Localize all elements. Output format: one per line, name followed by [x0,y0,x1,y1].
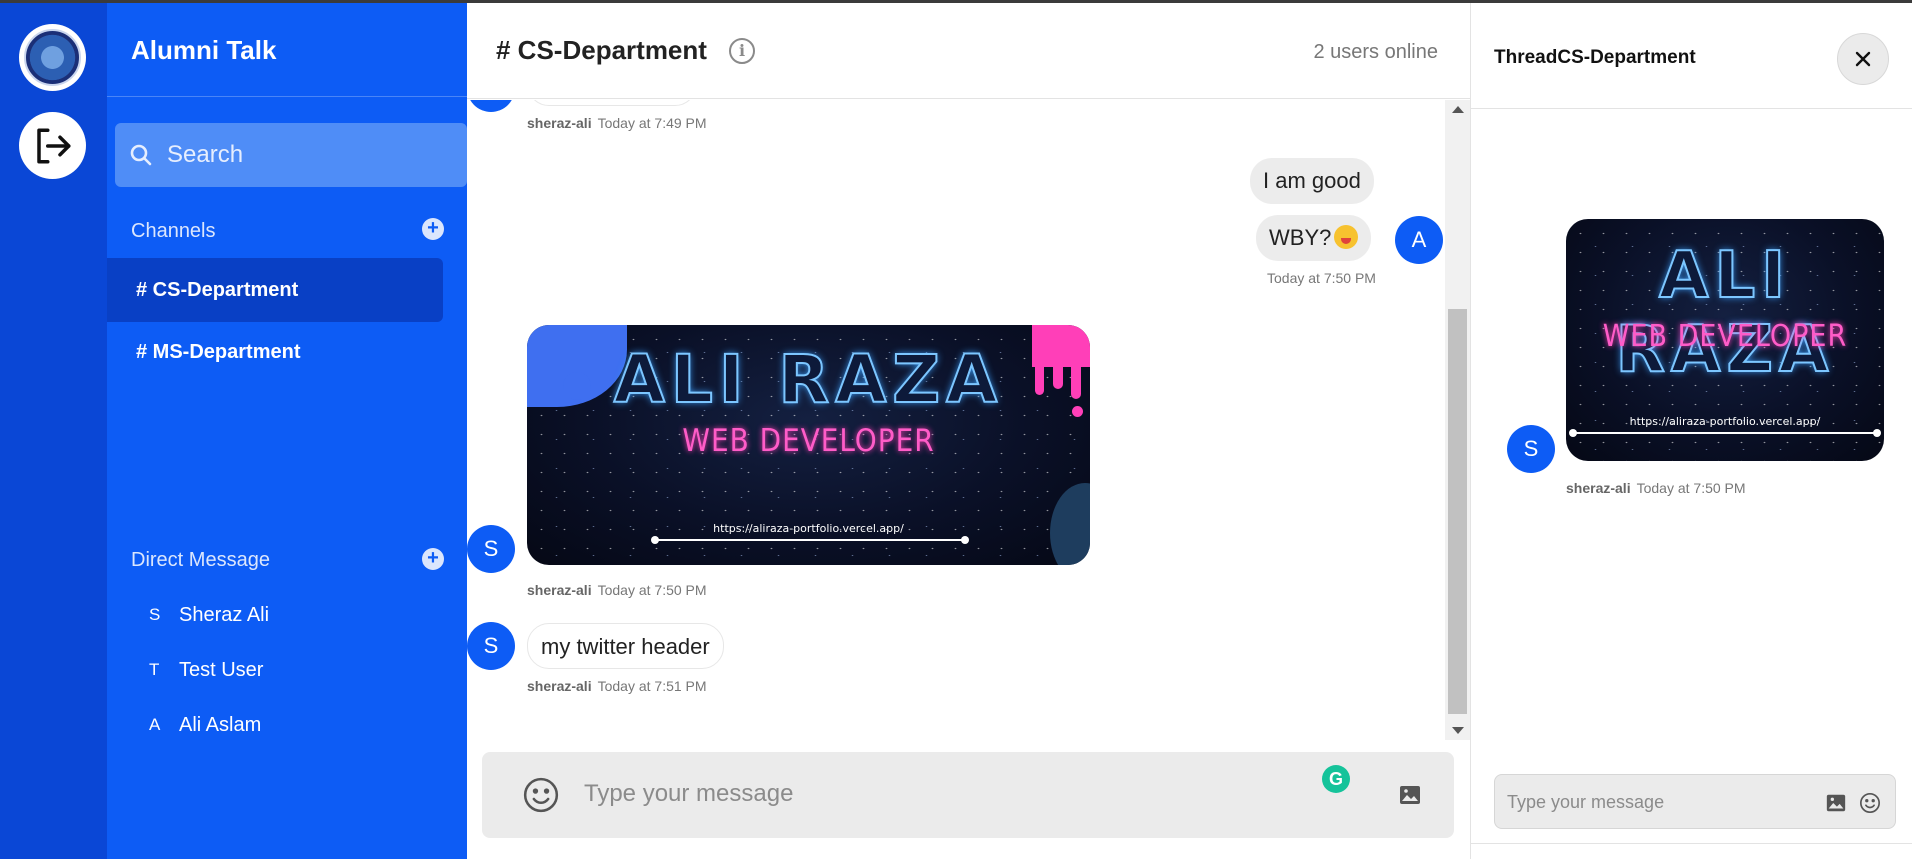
message-author: sheraz-ali [527,115,592,131]
add-channel-button[interactable]: + [422,218,444,240]
search-icon [130,144,152,166]
dm-name: Test User [179,658,264,681]
dm-name: Sheraz Ali [179,603,270,626]
banner-name: ALI RAZA [613,340,1004,419]
dm-item-test-user[interactable]: T Test User [107,650,467,690]
banner-url: https://aliraza-portfolio.vercel.app/ [713,522,904,535]
grammarly-icon[interactable]: G [1322,765,1350,793]
sidebar-item-ms-department[interactable]: # MS-Department [107,320,443,384]
image-upload-icon[interactable] [1398,783,1422,807]
app-title: Alumni Talk [131,35,277,65]
message-scrollbar[interactable] [1445,100,1470,740]
search-placeholder: Search [167,141,244,168]
message-composer[interactable]: Type your message G [482,752,1454,838]
info-icon[interactable]: i [729,38,755,64]
app-rail [0,3,107,859]
message-time: Today at 7:50 PM [1636,480,1746,496]
message-time: Today at 7:49 PM [597,115,707,131]
avatar [467,100,515,112]
message-time: Today at 7:51 PM [597,678,707,694]
channels-heading: Channels [131,220,216,242]
thread-message-image[interactable]: ALI RAZA WEB DEVELOPER https://aliraza-p… [1566,219,1884,461]
logout-button[interactable] [19,112,86,179]
dm-initial: T [149,660,160,679]
close-thread-button[interactable] [1837,33,1889,85]
message-bubble [527,100,697,106]
search-input[interactable]: Search [115,123,467,187]
add-direct-message-button[interactable]: + [422,548,444,570]
sidebar-item-cs-department[interactable]: # CS-Department [107,258,443,322]
scroll-thumb[interactable] [1448,309,1467,714]
message-author: sheraz-ali [527,582,592,598]
grinning-emoji-icon [1334,225,1359,250]
thread-message-meta: sheraz-ali Today at 7:50 PM [1566,480,1746,496]
university-logo-icon[interactable] [19,24,86,91]
direct-message-heading: Direct Message [131,549,270,571]
message-author: sheraz-ali [1566,480,1631,496]
message-bubble: WBY? [1256,215,1372,261]
message-text: WBY? [1269,225,1332,250]
avatar: S [467,525,515,573]
sidebar-divider [107,96,467,97]
logout-icon [36,128,70,163]
dm-item-sheraz-ali[interactable]: S Sheraz Ali [107,595,467,635]
emoji-picker-icon[interactable] [522,776,560,814]
thread-panel: ThreadCS-Department ALI RAZA WEB DEVELOP… [1470,3,1912,859]
avatar: S [467,622,515,670]
chat-header: # CS-Department i 2 users online [467,3,1470,99]
thread-message-input[interactable]: Type your message [1494,774,1896,829]
thread-header: ThreadCS-Department [1471,3,1912,109]
online-count: 2 users online [1313,41,1438,63]
message-input[interactable]: Type your message [584,780,793,808]
banner-role: WEB DEVELOPER [1602,319,1848,354]
scroll-up-arrow-icon[interactable] [1452,106,1464,113]
image-upload-icon[interactable] [1825,792,1847,814]
message-time: Today at 7:50 PM [1267,270,1376,286]
sidebar: Alumni Talk Search Channels + # CS-Depar… [107,3,467,859]
banner-name: ALI RAZA [1615,238,1835,388]
message-image[interactable]: ALI RAZA WEB DEVELOPER https://aliraza-p… [527,325,1090,565]
dm-item-ali-aslam[interactable]: A Ali Aslam [107,705,467,745]
message-meta: sheraz-ali Today at 7:51 PM [527,678,707,694]
message-time: Today at 7:50 PM [597,582,707,598]
dm-initial: A [149,715,161,734]
message-bubble: I am good [1250,158,1374,204]
chat-panel: # CS-Department i 2 users online sheraz-… [467,3,1470,859]
dm-name: Ali Aslam [179,713,262,736]
message-meta: sheraz-ali Today at 7:50 PM [527,582,707,598]
thread-title: ThreadCS-Department [1494,47,1696,68]
scroll-down-arrow-icon[interactable] [1452,727,1464,734]
message-meta: sheraz-ali Today at 7:49 PM [527,115,707,131]
message-list[interactable]: sheraz-ali Today at 7:49 PM I am good WBY… [467,100,1445,740]
message-bubble: my twitter header [527,623,724,669]
avatar: A [1395,216,1443,264]
channel-title: # CS-Department [496,35,707,65]
banner-url: https://aliraza-portfolio.vercel.app/ [1629,415,1821,428]
banner-role: WEB DEVELOPER [682,423,935,459]
close-icon [1855,51,1871,67]
thread-input-placeholder: Type your message [1507,792,1665,812]
emoji-picker-icon[interactable] [1859,792,1881,814]
message-author: sheraz-ali [527,678,592,694]
dm-initial: S [149,605,161,624]
avatar: S [1507,425,1555,473]
